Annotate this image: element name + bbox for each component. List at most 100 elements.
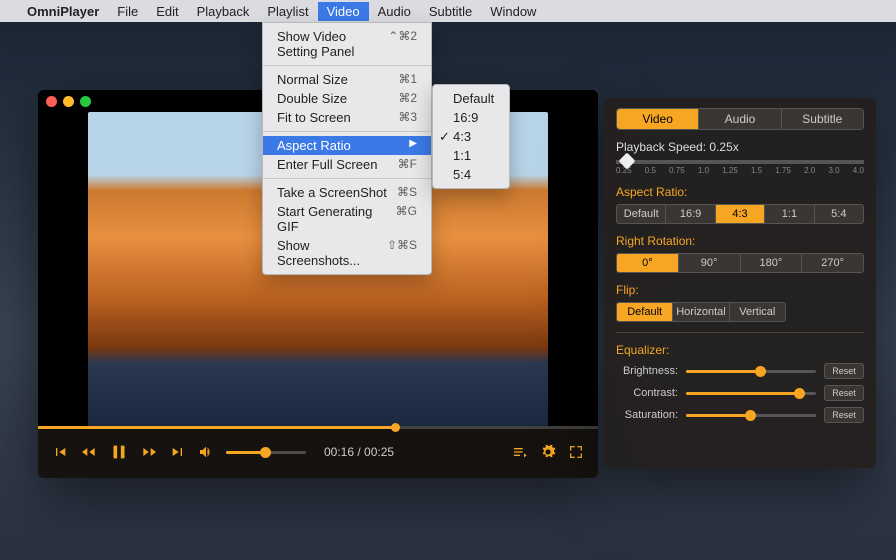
rotation-270[interactable]: 270°: [801, 254, 863, 272]
menu-playlist[interactable]: Playlist: [258, 2, 317, 21]
menu-subtitle[interactable]: Subtitle: [420, 2, 481, 21]
rotation-180[interactable]: 180°: [740, 254, 802, 272]
menuitem-shortcut: ⌘3: [398, 110, 417, 125]
aspect-option-5-4[interactable]: 5:4: [433, 165, 509, 184]
contrast-label: Contrast:: [616, 387, 678, 399]
rotation-section-label: Right Rotation:: [616, 234, 864, 248]
prev-track-button[interactable]: [52, 444, 68, 460]
flip-segmented: Default Horizontal Vertical: [616, 302, 786, 322]
video-menu-dropdown: Show Video Setting Panel ⌃⌘2 Normal Size…: [262, 22, 432, 275]
menuitem-label: Take a ScreenShot: [277, 185, 387, 200]
menuitem-label: Normal Size: [277, 72, 348, 87]
menuitem-shortcut: ⌘F: [398, 157, 417, 172]
eq-saturation-row: Saturation: Reset: [616, 407, 864, 423]
speed-ticks: 0.250.50.751.01.251.51.752.03.04.0: [616, 166, 864, 175]
aspect-ratio-submenu: Default 16:9 4:3 1:1 5:4: [432, 84, 510, 189]
fullscreen-button[interactable]: [568, 444, 584, 460]
rewind-button[interactable]: [80, 444, 96, 460]
menuitem-fit-to-screen[interactable]: Fit to Screen ⌘3: [263, 108, 431, 127]
aspect-option-default[interactable]: Default: [433, 89, 509, 108]
menuitem-show-video-setting-panel[interactable]: Show Video Setting Panel ⌃⌘2: [263, 27, 431, 61]
flip-default[interactable]: Default: [617, 303, 672, 321]
aspect-5-4[interactable]: 5:4: [814, 205, 863, 223]
video-settings-panel: Video Audio Subtitle Playback Speed: 0.2…: [604, 98, 876, 468]
menuitem-label: Enter Full Screen: [277, 157, 377, 172]
aspect-4-3[interactable]: 4:3: [715, 205, 764, 223]
settings-button[interactable]: [540, 444, 556, 460]
flip-vertical[interactable]: Vertical: [729, 303, 785, 321]
menubar: OmniPlayer File Edit Playback Playlist V…: [0, 0, 896, 22]
menuitem-enter-full-screen[interactable]: Enter Full Screen ⌘F: [263, 155, 431, 174]
brightness-label: Brightness:: [616, 365, 678, 377]
menu-separator: [263, 131, 431, 132]
playback-speed-label: Playback Speed: 0.25x: [616, 140, 864, 154]
settings-tabs: Video Audio Subtitle: [616, 108, 864, 130]
menuitem-normal-size[interactable]: Normal Size ⌘1: [263, 70, 431, 89]
equalizer-section-label: Equalizer:: [616, 343, 864, 357]
next-track-button[interactable]: [170, 444, 186, 460]
window-zoom-button[interactable]: [80, 96, 91, 107]
rotation-90[interactable]: 90°: [678, 254, 740, 272]
volume-icon[interactable]: [198, 444, 214, 460]
aspect-ratio-segmented: Default 16:9 4:3 1:1 5:4: [616, 204, 864, 224]
tab-subtitle[interactable]: Subtitle: [781, 109, 863, 129]
menu-video[interactable]: Video: [318, 2, 369, 21]
playback-speed-slider[interactable]: [616, 160, 864, 164]
brightness-slider[interactable]: [686, 370, 816, 373]
video-pillarbox-left: [38, 112, 88, 426]
timecode: 00:16 / 00:25: [324, 445, 394, 459]
menuitem-aspect-ratio[interactable]: Aspect Ratio ▶: [263, 136, 431, 155]
menuitem-shortcut: ⇧⌘S: [387, 238, 417, 268]
aspect-1-1[interactable]: 1:1: [764, 205, 813, 223]
app-menu[interactable]: OmniPlayer: [18, 2, 108, 21]
menuitem-label: Start Generating GIF: [277, 204, 396, 234]
volume-slider[interactable]: [226, 451, 306, 454]
menuitem-label: Show Video Setting Panel: [277, 29, 388, 59]
menuitem-start-gif[interactable]: Start Generating GIF ⌘G: [263, 202, 431, 236]
contrast-slider[interactable]: [686, 392, 816, 395]
flip-section-label: Flip:: [616, 283, 864, 297]
flip-horizontal[interactable]: Horizontal: [672, 303, 728, 321]
menuitem-take-screenshot[interactable]: Take a ScreenShot ⌘S: [263, 183, 431, 202]
window-minimize-button[interactable]: [63, 96, 74, 107]
pause-button[interactable]: [108, 441, 130, 463]
aspect-16-9[interactable]: 16:9: [665, 205, 714, 223]
menuitem-shortcut: ⌘G: [396, 204, 417, 234]
progress-bar[interactable]: [38, 426, 598, 429]
saturation-slider[interactable]: [686, 414, 816, 417]
menuitem-shortcut: ⌃⌘2: [388, 29, 417, 59]
aspect-default[interactable]: Default: [617, 205, 665, 223]
rotation-0[interactable]: 0°: [617, 254, 678, 272]
contrast-reset-button[interactable]: Reset: [824, 385, 864, 401]
menu-playback[interactable]: Playback: [188, 2, 259, 21]
menu-window[interactable]: Window: [481, 2, 545, 21]
eq-brightness-row: Brightness: Reset: [616, 363, 864, 379]
menuitem-show-screenshots[interactable]: Show Screenshots... ⇧⌘S: [263, 236, 431, 270]
aspect-option-1-1[interactable]: 1:1: [433, 146, 509, 165]
menuitem-label: Double Size: [277, 91, 347, 106]
menuitem-shortcut: ⌘2: [398, 91, 417, 106]
tab-video[interactable]: Video: [617, 109, 698, 129]
saturation-reset-button[interactable]: Reset: [824, 407, 864, 423]
tab-audio[interactable]: Audio: [698, 109, 780, 129]
player-controls: 00:16 / 00:25: [38, 426, 598, 478]
menuitem-double-size[interactable]: Double Size ⌘2: [263, 89, 431, 108]
window-close-button[interactable]: [46, 96, 57, 107]
saturation-label: Saturation:: [616, 409, 678, 421]
menu-edit[interactable]: Edit: [147, 2, 187, 21]
aspect-option-4-3[interactable]: 4:3: [433, 127, 509, 146]
menuitem-label: Aspect Ratio: [277, 138, 351, 153]
menu-audio[interactable]: Audio: [369, 2, 420, 21]
menu-file[interactable]: File: [108, 2, 147, 21]
panel-divider: [616, 332, 864, 333]
menuitem-label: Fit to Screen: [277, 110, 351, 125]
submenu-arrow-icon: ▶: [409, 138, 417, 153]
menuitem-shortcut: ⌘S: [397, 185, 417, 200]
brightness-reset-button[interactable]: Reset: [824, 363, 864, 379]
menu-separator: [263, 178, 431, 179]
playlist-button[interactable]: [512, 444, 528, 460]
menuitem-label: Show Screenshots...: [277, 238, 387, 268]
aspect-option-16-9[interactable]: 16:9: [433, 108, 509, 127]
menuitem-shortcut: ⌘1: [398, 72, 417, 87]
fast-forward-button[interactable]: [142, 444, 158, 460]
